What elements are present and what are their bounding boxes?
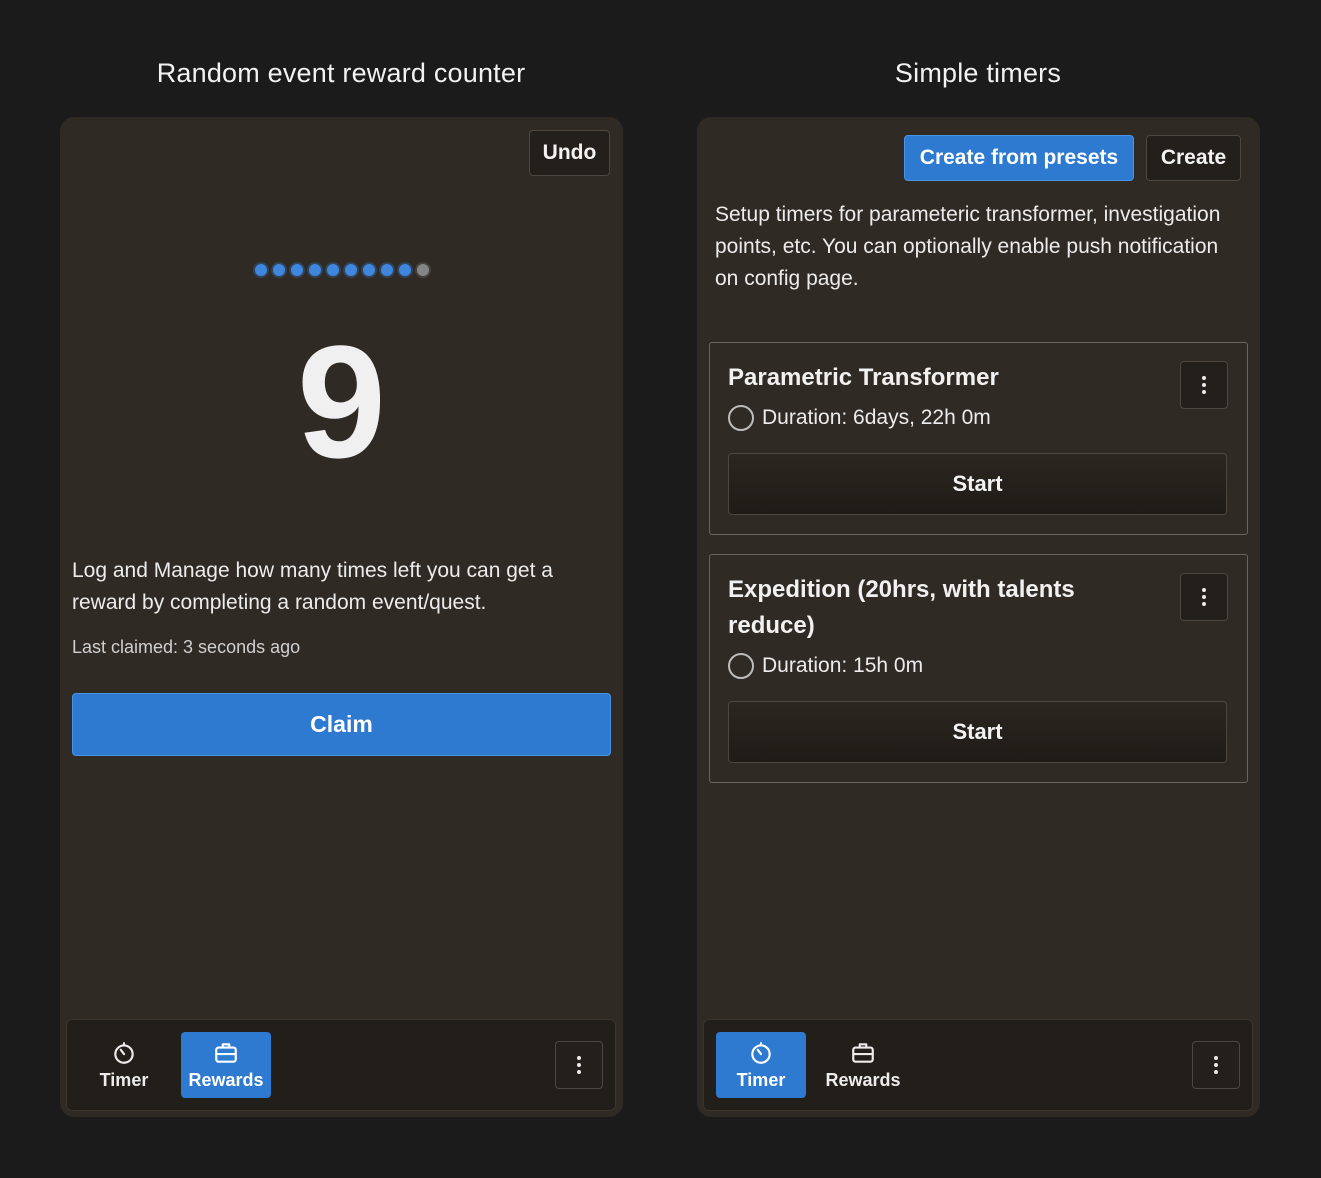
start-timer-button[interactable]: Start [728,453,1227,515]
briefcase-icon [852,1042,874,1063]
timer-select-radio[interactable] [728,653,754,679]
undo-button[interactable]: Undo [529,130,610,176]
progress-dot [344,264,357,276]
timers-description: Setup timers for parameteric transformer… [715,203,1221,290]
reward-progress-dots [60,264,623,276]
kebab-menu-icon [1202,588,1206,606]
timer-duration-row: Duration: 15h 0m [728,653,923,679]
timers-screen: Create from presets Create Setup timers … [697,117,1260,1117]
nav-timer-label: Timer [736,1069,786,1090]
create-button[interactable]: Create [1146,135,1241,181]
timer-menu-button[interactable] [1180,573,1228,621]
progress-dot [416,264,429,276]
bottom-nav: Timer Rewards [703,1019,1253,1111]
create-from-presets-button[interactable]: Create from presets [904,135,1134,181]
timer-menu-button[interactable] [1180,361,1228,409]
remaining-count: 9 [297,312,386,491]
timer-name: Parametric Transformer [728,364,999,391]
last-claimed-text: Last claimed: 3 seconds ago [72,637,301,657]
timer-select-radio[interactable] [728,405,754,431]
nav-timer-tab[interactable]: Timer [79,1032,169,1098]
start-timer-button[interactable]: Start [728,701,1227,763]
rewards-description: Log and Manage how many times left you c… [72,559,553,614]
rewards-panel-title: Random event reward counter [156,58,526,88]
timer-duration: Duration: 15h 0m [762,654,924,677]
nav-timer-label: Timer [99,1069,149,1090]
menu-button[interactable] [1192,1041,1240,1089]
progress-dot [326,264,339,276]
nav-rewards-tab[interactable]: Rewards [181,1032,271,1098]
nav-rewards-label: Rewards [825,1069,901,1090]
progress-dot [380,264,393,276]
progress-dot [254,264,267,276]
nav-rewards-tab[interactable]: Rewards [818,1032,908,1098]
progress-dot [362,264,375,276]
progress-dot [272,264,285,276]
kebab-menu-icon [1214,1056,1218,1074]
bottom-nav: Timer Rewards [66,1019,616,1111]
nav-timer-tab[interactable]: Timer [716,1032,806,1098]
rewards-screen: Undo 9 Log and Manage how many times lef… [60,117,623,1117]
timer-card: Parametric Transformer Duration: 6days, … [709,342,1248,535]
progress-dot [308,264,321,276]
timer-icon [751,1041,771,1064]
timer-card: Expedition (20hrs, with talents reduce) … [709,554,1248,783]
progress-dot [290,264,303,276]
timer-name: Expedition (20hrs, with talents reduce) [728,576,1075,639]
timer-duration: Duration: 6days, 22h 0m [762,406,991,429]
menu-button[interactable] [555,1041,603,1089]
timers-panel-title: Simple timers [894,58,1062,88]
timer-icon [114,1041,134,1064]
canvas: Random event reward counter Undo 9 Log a… [0,0,1321,1178]
progress-dot [398,264,411,276]
claim-button[interactable]: Claim [72,693,611,756]
kebab-menu-icon [577,1056,581,1074]
kebab-menu-icon [1202,376,1206,394]
nav-rewards-label: Rewards [188,1069,264,1090]
briefcase-icon [215,1042,237,1063]
timer-duration-row: Duration: 6days, 22h 0m [728,405,991,431]
